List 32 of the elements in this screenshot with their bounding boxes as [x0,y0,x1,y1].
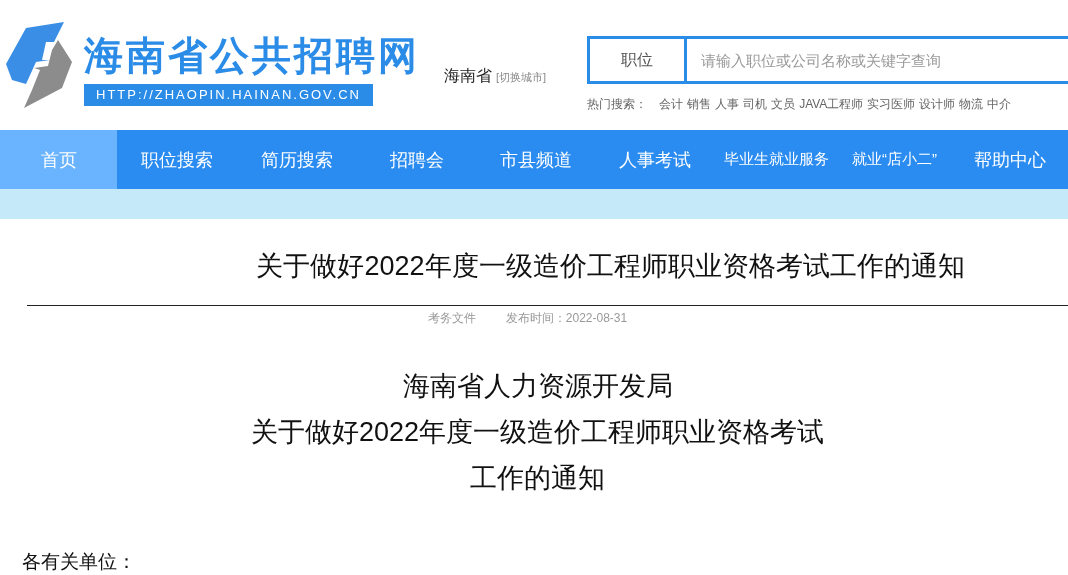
salutation: 各有关单位： [22,550,137,574]
nav-tab[interactable]: 招聘会 [357,130,477,189]
nav-tab[interactable]: 帮助中心 [952,130,1068,189]
category-dropdown[interactable]: 职位 [587,36,688,84]
document-heading: 关于做好2022年度一级造价工程师职业资格考试 [249,416,826,449]
site-url: HTTP://ZHAOPIN.HAINAN.GOV.CN [84,84,373,106]
switch-city-link[interactable]: [切换城市] [496,70,547,85]
article-category: 考务文件 [427,310,476,327]
publish-date: 发布时间：2022-08-31 [505,310,628,327]
site-name: 海南省公共招聘网 [84,34,420,78]
hot-search-label: 热门搜索： [587,96,648,113]
document-heading: 工作的通知 [469,462,606,495]
hot-search-link[interactable]: 人事 [715,96,740,113]
nav-tab[interactable]: 人事考试 [595,130,715,189]
nav-tab[interactable]: 就业“店小二” [837,130,952,189]
hot-search-link[interactable]: 司机 [743,96,768,113]
hot-search-link[interactable]: 实习医师 [867,96,916,113]
nav-tab[interactable]: 毕业生就业服务 [715,130,837,189]
hot-search-link[interactable]: 销售 [687,96,712,113]
nav-tab[interactable]: 职位搜索 [117,130,237,189]
hot-search-link[interactable]: JAVA工程师 [799,96,864,113]
region-name: 海南省 [444,66,492,86]
nav-tab[interactable]: 简历搜索 [237,130,357,189]
nav-tab[interactable]: 市县频道 [477,130,595,189]
hot-search-link[interactable]: 文员 [771,96,796,113]
hot-search-link[interactable]: 会计 [659,96,684,113]
document-heading: 海南省人力资源开发局 [401,370,674,403]
article-title: 关于做好2022年度一级造价工程师职业资格考试工作的通知 [255,250,966,283]
hot-search-link[interactable]: 物流 [959,96,984,113]
search-field[interactable]: 请输入职位或公司名称或关键字查询 [687,36,1068,84]
hot-search-link[interactable]: 设计师 [919,96,956,113]
hot-search-link[interactable]: 中介 [987,96,1012,113]
